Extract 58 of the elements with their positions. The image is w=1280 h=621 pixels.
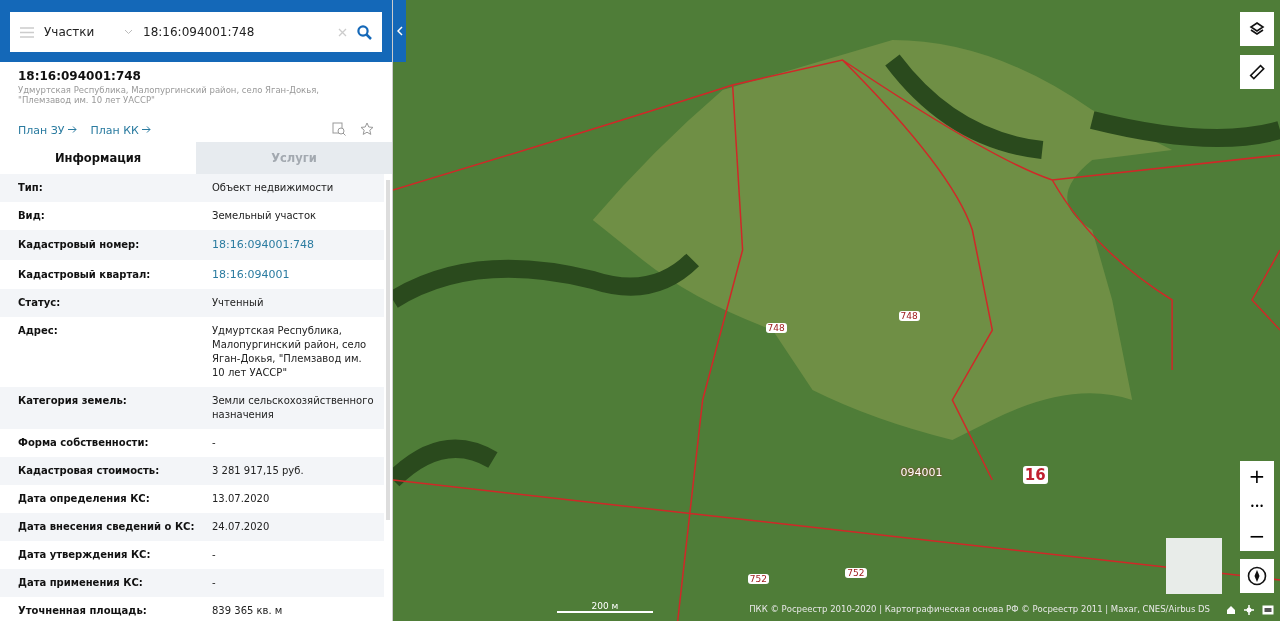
field-label: Тип: bbox=[18, 182, 44, 194]
scale-label: 200 м bbox=[591, 601, 619, 611]
field-label: Статус: bbox=[18, 297, 62, 309]
field-label: Дата утверждения КС: bbox=[18, 549, 152, 561]
field-label: Кадастровая стоимость: bbox=[18, 465, 161, 477]
field-value: 24.07.2020 bbox=[212, 520, 271, 535]
field-label: Вид: bbox=[18, 210, 46, 222]
field-value: 3 281 917,15 руб. bbox=[212, 464, 305, 479]
scrollbar[interactable] bbox=[386, 180, 390, 520]
field-value: 839 365 кв. м bbox=[212, 604, 284, 619]
ruler-icon bbox=[1249, 64, 1265, 80]
field-link[interactable]: 18:16:094001 bbox=[212, 266, 384, 283]
field-label: Уточненная площадь: bbox=[18, 605, 148, 617]
object-address: Удмуртская Республика, Малопургинский район, село Яган-Докья, "Племзавод им. 10 лет УАССР" bbox=[18, 85, 321, 106]
map-label: 094001 bbox=[899, 465, 944, 479]
attribution-text: ПКК © Росреестр 2010-2020 | Картографическая основа РФ © Росреестр 2011 | Maxar, CNES/Airbus DS bbox=[749, 604, 1210, 614]
field-label: Форма собственности: bbox=[18, 437, 150, 449]
field-label: Категория земель: bbox=[18, 395, 128, 407]
field-label: Кадастровый номер: bbox=[18, 239, 141, 251]
map-label: 752 bbox=[747, 574, 769, 585]
layers-icon bbox=[1249, 21, 1265, 37]
field-label: Дата определения КС: bbox=[18, 493, 151, 505]
field-value: Земли сельскохозяйственного назначения bbox=[212, 394, 375, 423]
compass-icon bbox=[1247, 566, 1267, 586]
field-value: 13.07.2020 bbox=[212, 492, 271, 507]
collapse-button[interactable] bbox=[393, 0, 406, 62]
map-label: 748 bbox=[898, 310, 920, 321]
layers-button[interactable] bbox=[1240, 12, 1274, 46]
chevron-left-icon bbox=[396, 26, 403, 36]
screen-icon[interactable] bbox=[1262, 605, 1274, 615]
field-value: - bbox=[212, 548, 217, 563]
document-search-icon[interactable] bbox=[332, 121, 346, 136]
layer-dropdown[interactable]: Участки bbox=[44, 25, 114, 39]
field-label: Дата применения КС: bbox=[18, 577, 144, 589]
field-label: Дата внесения сведений о КС: bbox=[18, 521, 196, 533]
star-icon[interactable] bbox=[360, 121, 374, 136]
compass-button[interactable] bbox=[1240, 559, 1274, 593]
object-title: 18:16:094001:748 bbox=[18, 69, 142, 83]
arrow-right-icon[interactable] bbox=[67, 126, 77, 134]
field-value: Земельный участок bbox=[212, 209, 318, 224]
field-value: - bbox=[212, 436, 217, 451]
field-label: Адрес: bbox=[18, 325, 59, 337]
arrow-right-icon[interactable] bbox=[141, 126, 151, 134]
plan-link[interactable]: План ЗУ bbox=[18, 124, 65, 138]
search-field[interactable]: 18:16:094001:748 bbox=[143, 25, 328, 39]
search-icon[interactable] bbox=[357, 24, 372, 40]
plan-link[interactable]: План КК bbox=[90, 124, 139, 138]
field-label: Кадастровый квартал: bbox=[18, 268, 152, 280]
field-value: Учтенный bbox=[212, 296, 265, 311]
field-value: Объект недвижимости bbox=[212, 181, 335, 196]
map-label: 752 bbox=[845, 568, 867, 579]
field-link[interactable]: 18:16:094001:748 bbox=[212, 237, 384, 253]
map-label: 748 bbox=[765, 322, 787, 333]
crosshair-icon[interactable] bbox=[1244, 605, 1254, 615]
field-value: - bbox=[212, 576, 217, 591]
home-icon[interactable] bbox=[1226, 605, 1236, 615]
field-value: Удмуртская Республика, Малопургинский район, село Яган-Докья, "Племзавод им. 10 лет УАССР" bbox=[212, 324, 368, 381]
ruler-button[interactable] bbox=[1240, 55, 1274, 89]
